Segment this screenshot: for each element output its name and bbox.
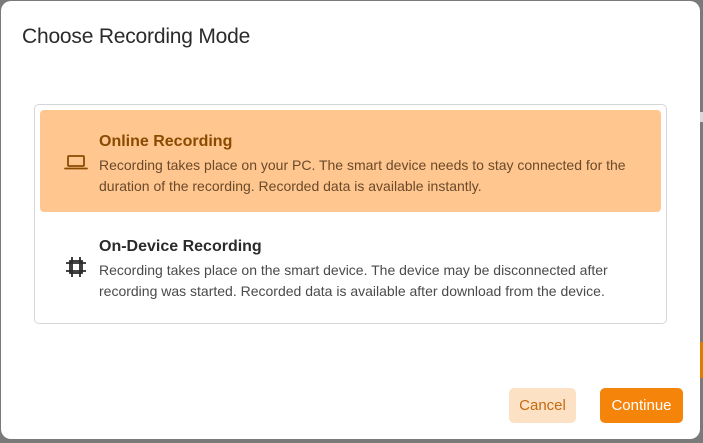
option-title: On-Device Recording — [99, 238, 262, 255]
recording-mode-options: Online Recording Recording takes place o… — [34, 104, 667, 324]
option-description: Recording takes place on your PC. The sm… — [99, 157, 626, 194]
recording-mode-dialog: Choose Recording Mode Online Recording R… — [1, 1, 700, 439]
continue-button[interactable]: Continue — [600, 388, 683, 423]
laptop-icon — [62, 148, 90, 176]
option-on-device-recording[interactable]: On-Device Recording Recording takes plac… — [40, 215, 661, 317]
chip-icon — [62, 253, 90, 281]
option-title: Online Recording — [99, 133, 233, 150]
dialog-title: Choose Recording Mode — [22, 25, 251, 48]
cancel-button[interactable]: Cancel — [509, 388, 576, 423]
option-online-recording[interactable]: Online Recording Recording takes place o… — [40, 110, 661, 212]
option-description: Recording takes place on the smart devic… — [99, 262, 608, 299]
